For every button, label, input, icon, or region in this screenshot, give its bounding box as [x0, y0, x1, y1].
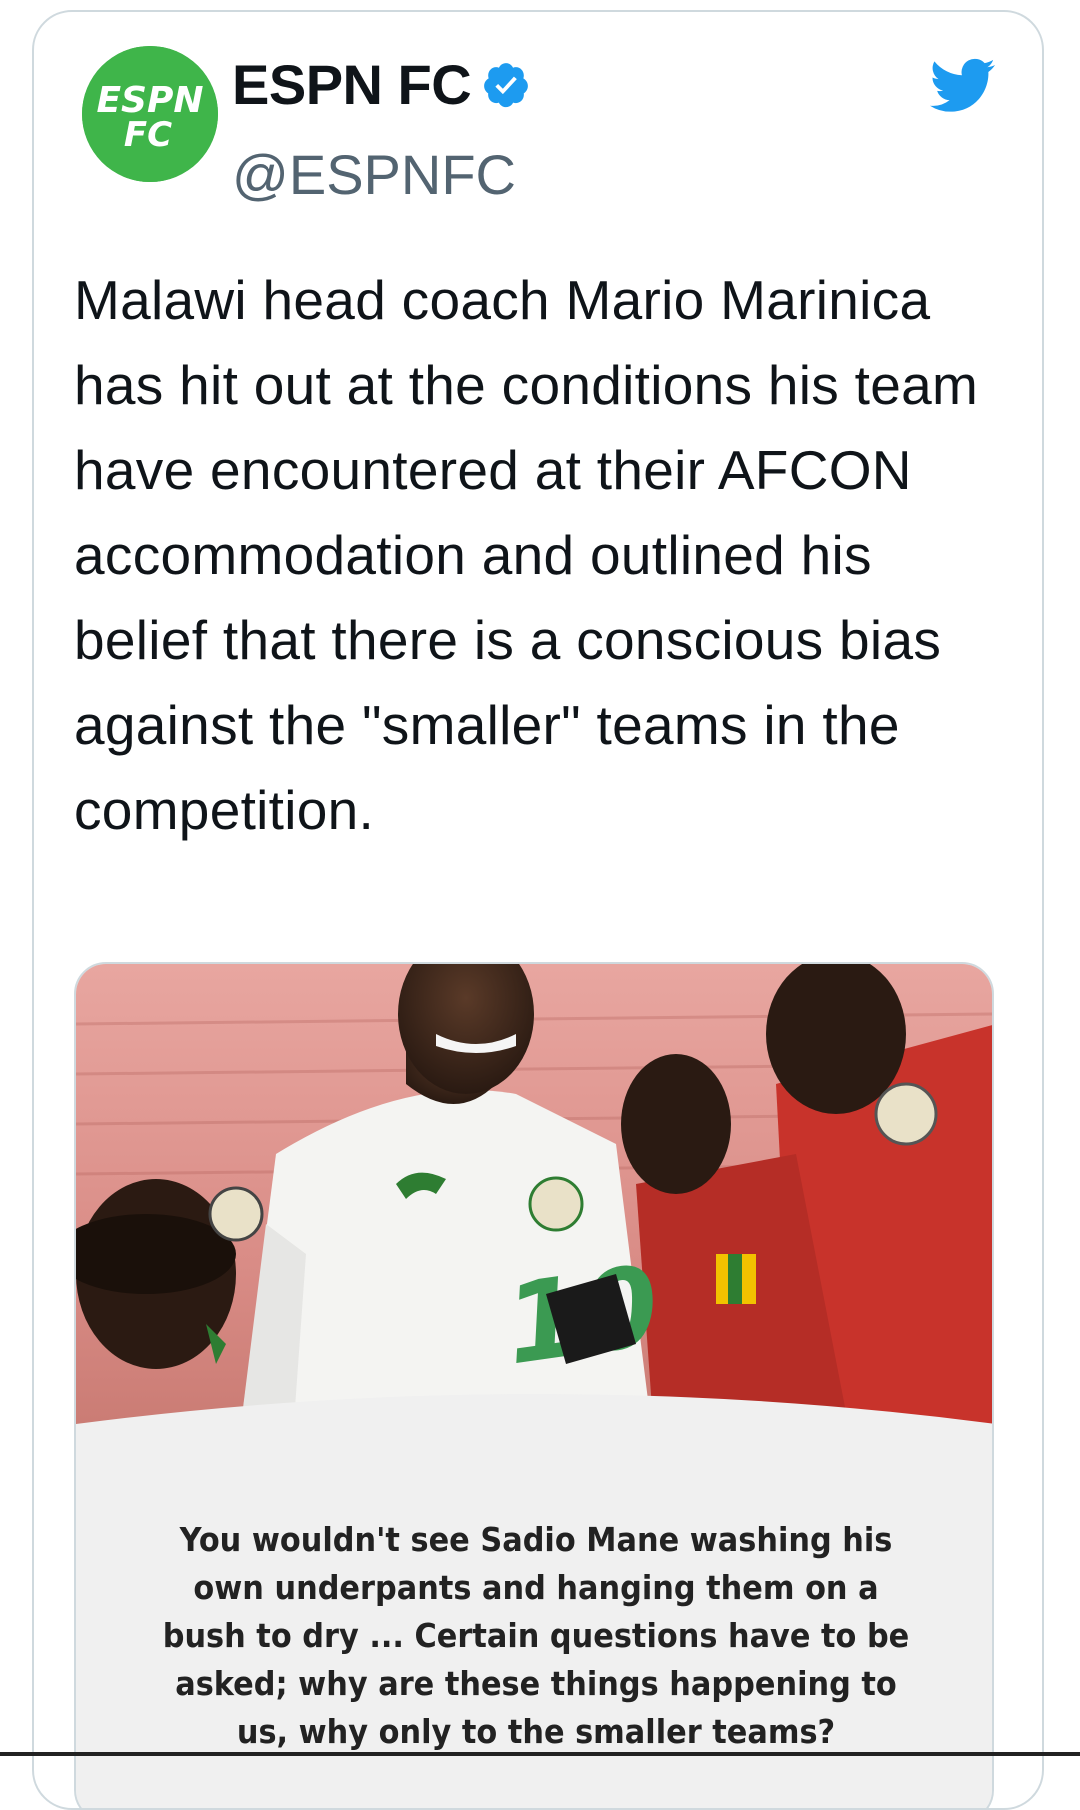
media-quote-text: You wouldn't see Sadio Mane washing his … [162, 1520, 910, 1751]
author-handle[interactable]: @ESPNFC [232, 144, 516, 206]
author-display-name[interactable]: ESPN FC [232, 54, 472, 116]
player-photo: 10 [76, 964, 992, 1464]
author-name-row[interactable]: ESPN FC [232, 54, 531, 116]
espn-fc-logo: ESPN FC [82, 46, 218, 182]
tweet-media[interactable]: 10 You wouldn't see Sadio Mane washing h… [74, 962, 994, 1808]
author-avatar[interactable]: ESPN FC [82, 46, 218, 182]
verified-badge-icon [484, 62, 529, 107]
bottom-edge [0, 1752, 1080, 1756]
twitter-bird-icon[interactable] [930, 58, 996, 114]
tweet-card[interactable]: ESPN FC ESPN FC @ESPNFC Malawi head coac… [32, 10, 1044, 1810]
avatar-logo-bottom: FC [124, 115, 172, 155]
tweet-text: Malawi head coach Mario Marinica has hit… [74, 269, 979, 841]
